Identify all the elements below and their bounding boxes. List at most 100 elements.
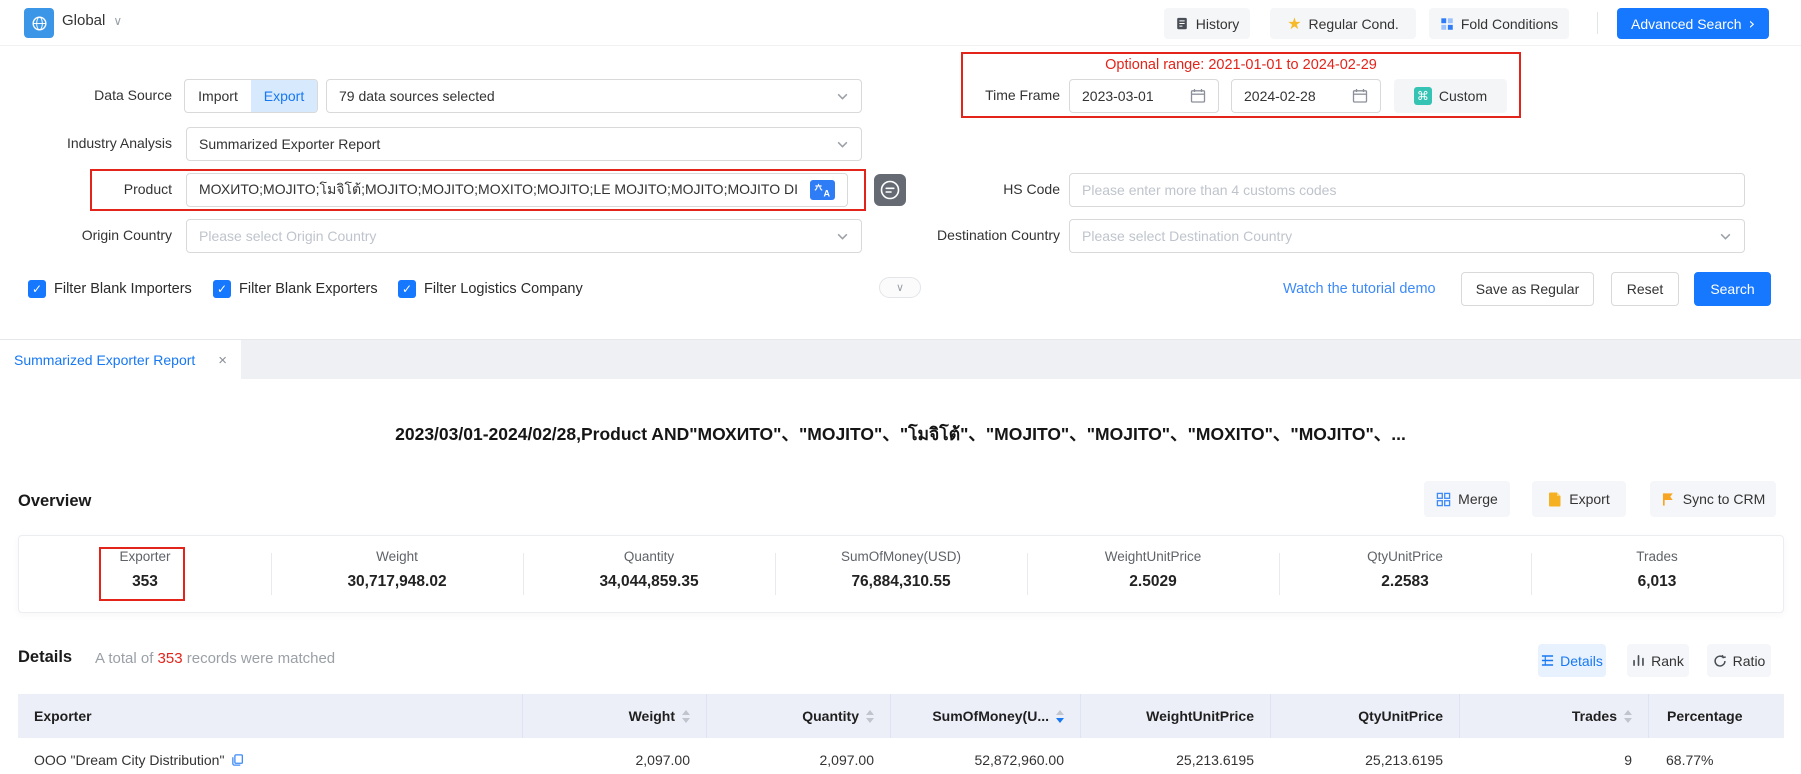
export-icon <box>1548 491 1562 507</box>
sort-icon[interactable] <box>866 710 874 723</box>
overview-title: Overview <box>18 492 91 511</box>
table-row[interactable]: OOO "Dream City Distribution" 2,097.00 2… <box>18 738 1784 774</box>
checkbox-checked-icon: ✓ <box>213 280 231 298</box>
data-sources-select[interactable]: 79 data sources selected <box>326 79 862 113</box>
column-header-sum-of-money[interactable]: SumOfMoney(U... <box>890 694 1080 738</box>
calendar-icon <box>1190 88 1206 104</box>
hs-code-label: HS Code <box>900 181 1060 197</box>
regular-cond-button[interactable]: ★ Regular Cond. <box>1270 8 1416 39</box>
star-icon: ★ <box>1287 16 1301 32</box>
merge-icon <box>1436 492 1451 507</box>
calendar-icon <box>1352 88 1368 104</box>
translate-icon[interactable]: A <box>810 180 835 200</box>
total-prefix: A total of <box>95 650 153 667</box>
cell-weight: 2,097.00 <box>522 738 706 774</box>
trade-data-search-page: Global ∨ History ★ Regular Cond. Fold Co… <box>0 0 1801 774</box>
advanced-search-button[interactable]: Advanced Search › <box>1617 8 1769 39</box>
save-as-regular-button[interactable]: Save as Regular <box>1461 272 1594 306</box>
cell-weight-unit-price: 25,213.6195 <box>1080 738 1270 774</box>
export-label: Export <box>1569 491 1609 507</box>
tutorial-demo-link[interactable]: Watch the tutorial demo <box>1283 281 1436 297</box>
filter-blank-exporters-checkbox[interactable]: ✓ Filter Blank Exporters <box>213 280 378 298</box>
checkbox-checked-icon: ✓ <box>398 280 416 298</box>
filter-blank-importers-checkbox[interactable]: ✓ Filter Blank Importers <box>28 280 192 298</box>
cell-percentage: 68.77% <box>1648 738 1784 774</box>
exporter-name[interactable]: OOO "Dream City Distribution" <box>34 752 224 768</box>
search-form: Data Source Import Export 79 data source… <box>0 46 1801 339</box>
time-frame-label: Time Frame <box>900 87 1060 103</box>
cell-quantity: 2,097.00 <box>706 738 890 774</box>
globe-logo-icon <box>24 8 54 38</box>
filter-blank-exporters-label: Filter Blank Exporters <box>239 281 378 297</box>
filter-logistics-company-label: Filter Logistics Company <box>424 281 583 297</box>
cell-sum-of-money: 52,872,960.00 <box>890 738 1080 774</box>
export-toggle[interactable]: Export <box>251 80 317 112</box>
end-date-input[interactable]: 2024-02-28 <box>1231 79 1381 113</box>
sort-icon-descending-active[interactable] <box>1056 710 1064 723</box>
destination-country-placeholder: Please select Destination Country <box>1082 228 1292 244</box>
column-header-trades[interactable]: Trades <box>1459 694 1648 738</box>
details-grid-icon <box>1541 654 1554 667</box>
tab-summarized-exporter-report[interactable]: Summarized Exporter Report × <box>0 340 241 380</box>
origin-country-select[interactable]: Please select Origin Country <box>186 219 862 253</box>
destination-country-select[interactable]: Please select Destination Country <box>1069 219 1745 253</box>
collapse-conditions-pill[interactable]: ∨ <box>879 277 921 298</box>
view-ratio-button[interactable]: Ratio <box>1707 644 1771 677</box>
start-date-value: 2023-03-01 <box>1082 88 1154 104</box>
chevron-down-icon <box>836 230 849 243</box>
command-icon: ⌘ <box>1414 87 1432 105</box>
result-tab-bar: Summarized Exporter Report × <box>0 339 1801 379</box>
stat-quantity: Quantity34,044,859.35 <box>523 536 775 612</box>
header-divider <box>1597 12 1598 34</box>
cell-trades: 9 <box>1459 738 1648 774</box>
start-date-input[interactable]: 2023-03-01 <box>1069 79 1219 113</box>
merge-button[interactable]: Merge <box>1424 481 1510 517</box>
chevron-right-icon: › <box>1749 14 1755 33</box>
chevron-down-icon <box>836 90 849 103</box>
custom-range-button[interactable]: ⌘ Custom <box>1394 79 1507 113</box>
hs-code-input[interactable] <box>1069 173 1745 207</box>
column-header-exporter[interactable]: Exporter <box>18 694 522 738</box>
industry-analysis-value: Summarized Exporter Report <box>199 136 380 152</box>
total-count: 353 <box>158 650 183 667</box>
view-rank-label: Rank <box>1651 653 1684 669</box>
region-selector[interactable]: Global ∨ <box>62 12 122 29</box>
filter-logistics-company-checkbox[interactable]: ✓ Filter Logistics Company <box>398 280 583 298</box>
product-label: Product <box>12 181 172 197</box>
sync-to-crm-button[interactable]: Sync to CRM <box>1650 481 1776 517</box>
reset-button[interactable]: Reset <box>1611 272 1679 306</box>
result-content: 2023/03/01-2024/02/28,Product AND"МОХИТО… <box>0 379 1801 774</box>
history-icon <box>1175 16 1189 31</box>
product-input[interactable]: МОХИТО;MOJITO;โมจิโต้;MOJITO;MOJITO;MOXI… <box>186 173 848 207</box>
destination-country-label: Destination Country <box>870 227 1060 243</box>
advanced-search-label: Advanced Search <box>1631 16 1742 32</box>
view-details-button[interactable]: Details <box>1538 644 1606 677</box>
data-source-label: Data Source <box>12 87 172 103</box>
rank-icon <box>1632 654 1645 667</box>
regular-cond-label: Regular Cond. <box>1309 16 1399 32</box>
origin-country-placeholder: Please select Origin Country <box>199 228 376 244</box>
checkbox-checked-icon: ✓ <box>28 280 46 298</box>
query-summary-title: 2023/03/01-2024/02/28,Product AND"МОХИТО… <box>0 420 1801 448</box>
sync-to-crm-label: Sync to CRM <box>1683 491 1765 507</box>
column-header-weight-unit-price[interactable]: WeightUnitPrice <box>1080 694 1270 738</box>
copy-icon[interactable] <box>231 753 244 767</box>
import-toggle[interactable]: Import <box>185 80 251 112</box>
sort-icon[interactable] <box>682 710 690 723</box>
history-button[interactable]: History <box>1164 8 1250 39</box>
stat-trades: Trades6,013 <box>1531 536 1783 612</box>
column-header-quantity[interactable]: Quantity <box>706 694 890 738</box>
cell-qty-unit-price: 25,213.6195 <box>1270 738 1459 774</box>
fold-conditions-label: Fold Conditions <box>1461 16 1558 32</box>
view-rank-button[interactable]: Rank <box>1627 644 1689 677</box>
export-button[interactable]: Export <box>1532 481 1626 517</box>
column-header-weight[interactable]: Weight <box>522 694 706 738</box>
sort-icon[interactable] <box>1624 710 1632 723</box>
close-icon[interactable]: × <box>218 352 227 369</box>
chevron-down-icon <box>836 138 849 151</box>
column-header-percentage: Percentage <box>1648 694 1784 738</box>
column-header-qty-unit-price[interactable]: QtyUnitPrice <box>1270 694 1459 738</box>
industry-analysis-select[interactable]: Summarized Exporter Report <box>186 127 862 161</box>
search-button[interactable]: Search <box>1694 272 1771 306</box>
fold-conditions-button[interactable]: Fold Conditions <box>1429 8 1569 39</box>
